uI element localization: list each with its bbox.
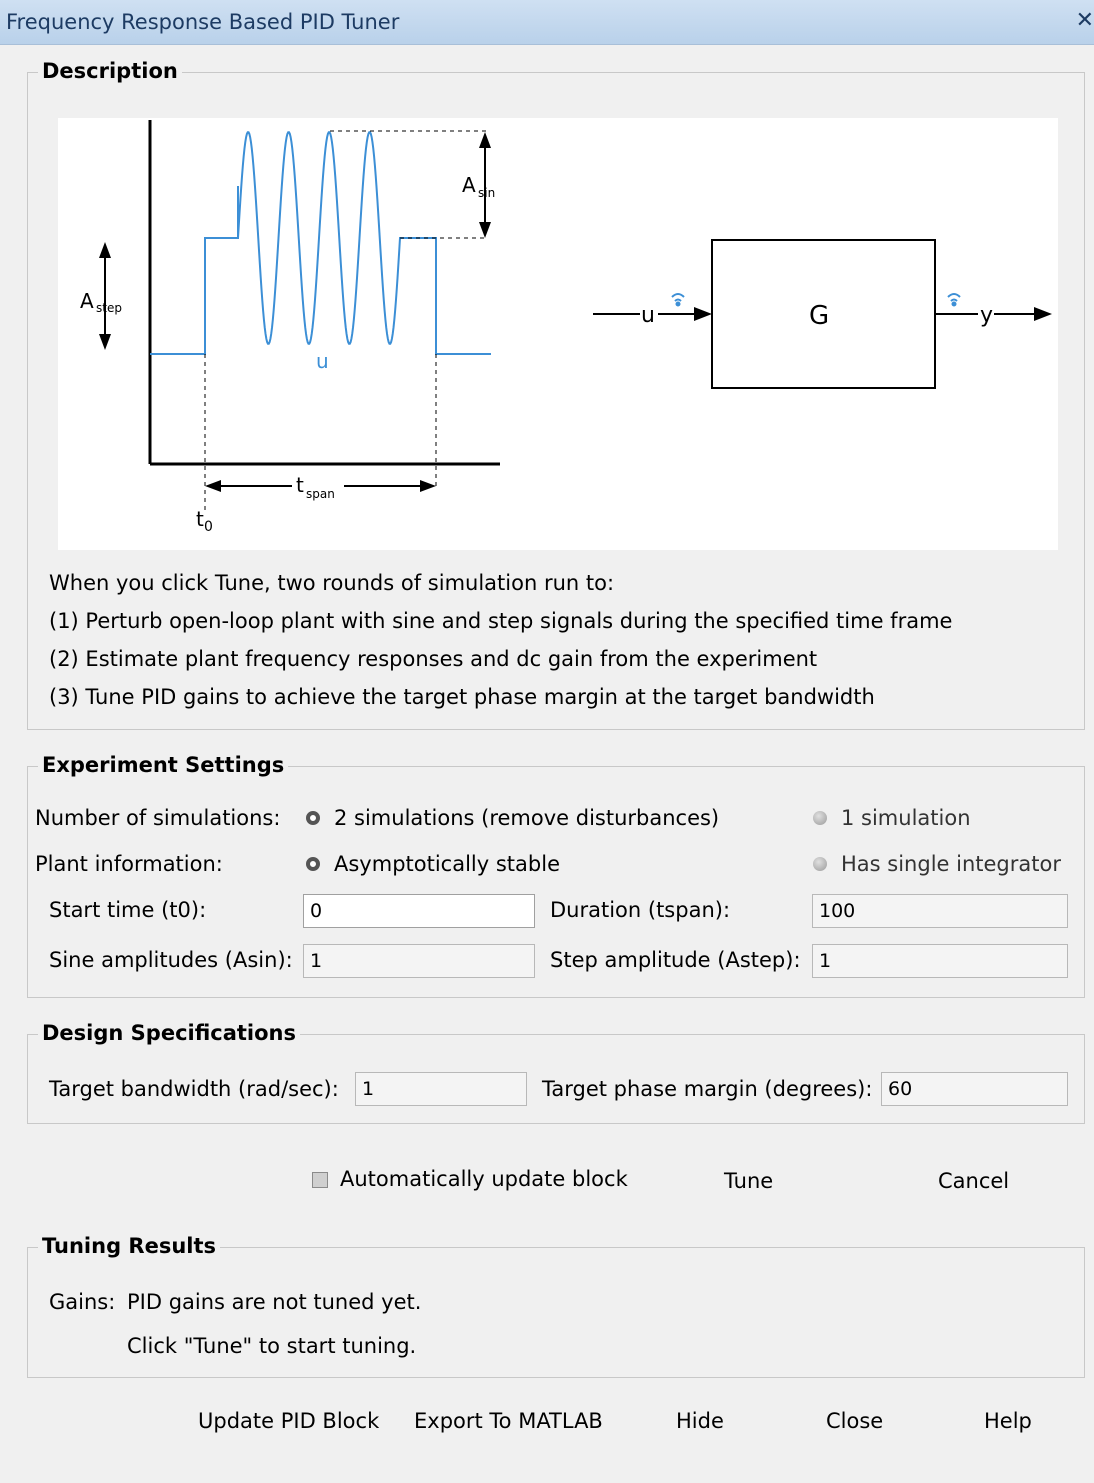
asin-arrow-up	[479, 132, 491, 148]
description-legend: Description	[38, 59, 182, 83]
experiment-diagram: A sin A step u t span t 0 u G y	[80, 120, 1052, 535]
title-bar: Frequency Response Based PID Tuner ✕	[0, 0, 1094, 45]
start-time-label: Start time (t0):	[49, 898, 207, 922]
bandwidth-input[interactable]	[355, 1072, 527, 1106]
description-diagram: A sin A step u t span t 0 u G y	[58, 118, 1058, 550]
radio-single-integrator-label[interactable]: Has single integrator	[841, 852, 1061, 876]
duration-label: Duration (tspan):	[550, 898, 731, 922]
radio-1-simulation-label[interactable]: 1 simulation	[841, 806, 971, 830]
radio-2-simulations[interactable]	[306, 811, 320, 825]
tspan-arrow-right	[420, 480, 436, 492]
t0-label: t	[196, 507, 204, 531]
hide-button[interactable]: Hide	[676, 1409, 724, 1433]
signal-waveform	[150, 131, 491, 355]
description-line-4: (3) Tune PID gains to achieve the target…	[49, 685, 875, 709]
experiment-settings-group: Experiment Settings Number of simulation…	[27, 753, 1085, 998]
radio-2-simulations-label[interactable]: 2 simulations (remove disturbances)	[334, 806, 719, 830]
bandwidth-label: Target bandwidth (rad/sec):	[49, 1077, 339, 1101]
close-icon[interactable]: ✕	[1076, 8, 1094, 33]
num-sims-label: Number of simulations:	[35, 806, 281, 830]
description-line-2: (1) Perturb open-loop plant with sine an…	[49, 609, 953, 633]
tspan-arrow-left	[205, 480, 221, 492]
output-arrow	[1034, 307, 1052, 321]
plant-info-label: Plant information:	[35, 852, 223, 876]
radio-asymptotically-stable-label[interactable]: Asymptotically stable	[334, 852, 560, 876]
auto-update-label[interactable]: Automatically update block	[340, 1167, 628, 1191]
export-to-matlab-button[interactable]: Export To MATLAB	[414, 1409, 603, 1433]
step-amplitude-input[interactable]	[812, 944, 1068, 978]
tuning-results-group: Tuning Results Gains: PID gains are not …	[27, 1234, 1085, 1378]
sine-amplitude-label: Sine amplitudes (Asin):	[49, 948, 293, 972]
description-line-1: When you click Tune, two rounds of simul…	[49, 571, 615, 595]
duration-input[interactable]	[812, 894, 1068, 928]
update-pid-block-button[interactable]: Update PID Block	[198, 1409, 379, 1433]
tspan-label: t	[296, 473, 304, 497]
cancel-button[interactable]: Cancel	[938, 1169, 1009, 1193]
radio-asymptotically-stable[interactable]	[306, 857, 320, 871]
phase-margin-input[interactable]	[881, 1072, 1068, 1106]
astep-arrow-up	[99, 242, 111, 258]
input-label: u	[641, 303, 655, 328]
close-button[interactable]: Close	[826, 1409, 883, 1433]
window-title: Frequency Response Based PID Tuner	[6, 10, 400, 34]
design-specifications-group: Design Specifications Target bandwidth (…	[27, 1021, 1085, 1124]
phase-margin-label: Target phase margin (degrees):	[542, 1077, 873, 1101]
astep-arrow-down	[99, 334, 111, 350]
asin-label: A	[462, 173, 476, 197]
sine-amplitude-input[interactable]	[303, 944, 535, 978]
gains-status: PID gains are not tuned yet.	[127, 1290, 422, 1314]
gains-hint: Click "Tune" to start tuning.	[127, 1334, 417, 1358]
tune-button[interactable]: Tune	[724, 1169, 773, 1193]
auto-update-checkbox[interactable]	[312, 1172, 328, 1188]
radio-1-simulation[interactable]	[813, 811, 827, 825]
output-signal-icon	[947, 293, 961, 307]
asin-arrow-down	[479, 222, 491, 238]
astep-label: A	[80, 289, 94, 313]
help-button[interactable]: Help	[984, 1409, 1032, 1433]
input-signal-icon	[671, 293, 685, 307]
asin-sub: sin	[478, 186, 495, 200]
signal-label: u	[316, 349, 329, 373]
description-group: Description A sin A step u t span t 0 u …	[27, 59, 1085, 730]
design-legend: Design Specifications	[38, 1021, 301, 1045]
results-legend: Tuning Results	[38, 1234, 221, 1258]
description-line-3: (2) Estimate plant frequency responses a…	[49, 647, 818, 671]
step-amplitude-label: Step amplitude (Astep):	[550, 948, 801, 972]
gains-label: Gains:	[49, 1290, 116, 1314]
output-label: y	[980, 303, 993, 328]
tspan-sub: span	[306, 487, 335, 501]
input-arrow	[694, 307, 712, 321]
experiment-legend: Experiment Settings	[38, 753, 289, 777]
start-time-input[interactable]	[303, 894, 535, 928]
astep-sub: step	[96, 301, 122, 315]
plant-label: G	[809, 301, 829, 331]
t0-sub: 0	[204, 519, 213, 535]
radio-single-integrator[interactable]	[813, 857, 827, 871]
